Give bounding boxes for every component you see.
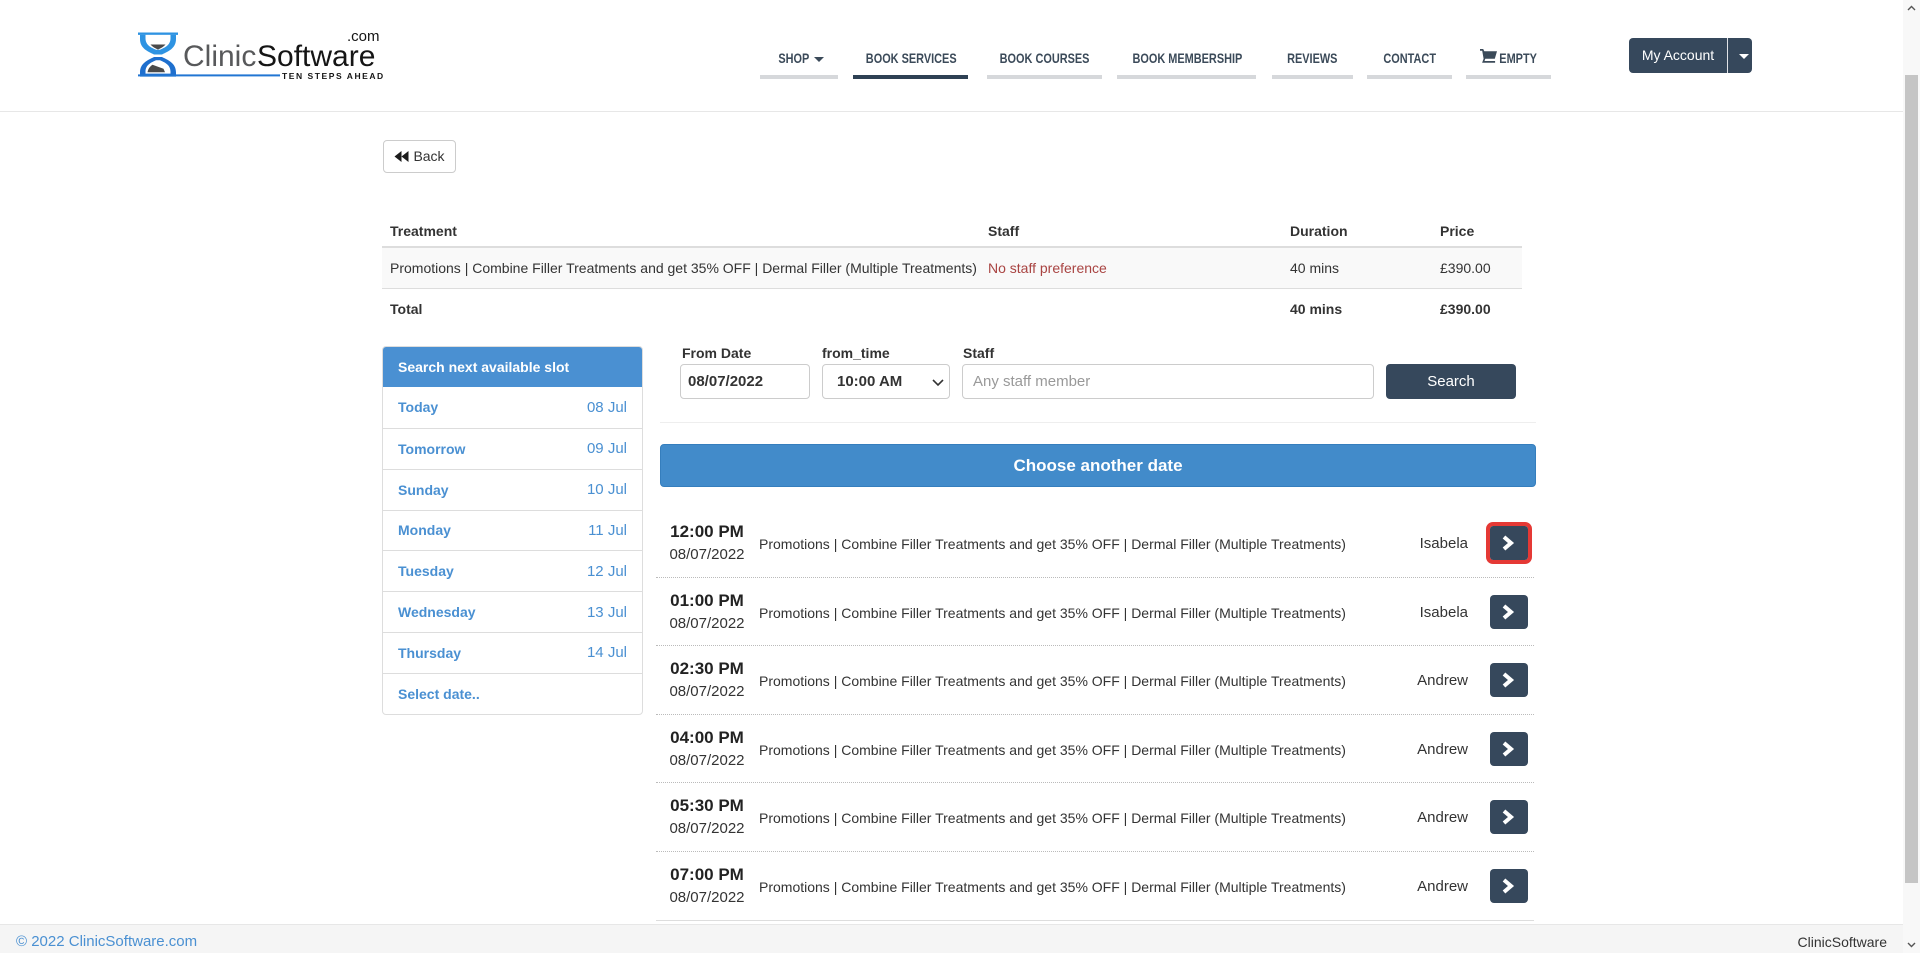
svg-text:TEN STEPS AHEAD: TEN STEPS AHEAD <box>282 71 385 81</box>
svg-text:.com: .com <box>347 28 380 45</box>
svg-text:Clinic: Clinic <box>183 40 256 73</box>
